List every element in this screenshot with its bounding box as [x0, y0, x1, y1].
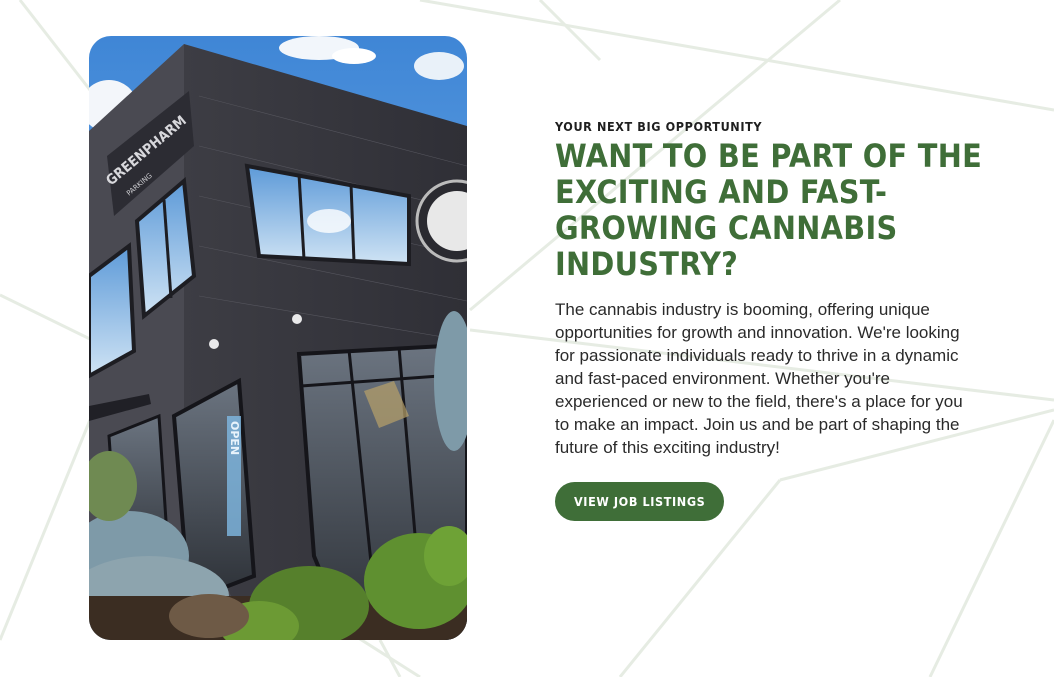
door-open-sign: OPEN	[228, 421, 241, 455]
storefront-photo: GREENPHARM PARKING OPEN	[89, 36, 467, 640]
eyebrow-label: YOUR NEXT BIG OPPORTUNITY	[555, 119, 763, 134]
view-job-listings-button[interactable]: VIEW JOB LISTINGS	[555, 482, 725, 521]
careers-content: YOUR NEXT BIG OPPORTUNITY WANT TO BE PAR…	[555, 119, 995, 521]
section-description: The cannabis industry is booming, offeri…	[555, 300, 963, 457]
section-heading: WANT TO BE PART OF THE EXCITING AND FAST…	[555, 137, 983, 283]
